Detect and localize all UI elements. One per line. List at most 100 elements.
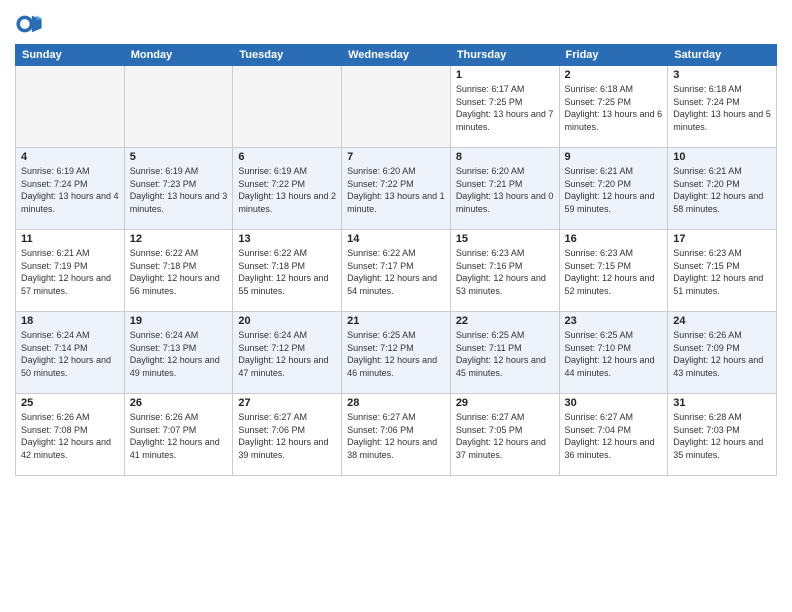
day-number: 28 — [347, 397, 445, 409]
day-info: Sunrise: 6:27 AM Sunset: 7:06 PM Dayligh… — [238, 411, 336, 461]
calendar-cell: 20 Sunrise: 6:24 AM Sunset: 7:12 PM Dayl… — [233, 312, 342, 394]
day-number: 6 — [238, 151, 336, 163]
day-number: 3 — [673, 69, 771, 81]
calendar-cell: 30 Sunrise: 6:27 AM Sunset: 7:04 PM Dayl… — [559, 394, 668, 476]
day-info: Sunrise: 6:17 AM Sunset: 7:25 PM Dayligh… — [456, 83, 554, 133]
calendar-cell: 6 Sunrise: 6:19 AM Sunset: 7:22 PM Dayli… — [233, 148, 342, 230]
day-number: 19 — [130, 315, 228, 327]
calendar-cell: 11 Sunrise: 6:21 AM Sunset: 7:19 PM Dayl… — [16, 230, 125, 312]
calendar-cell: 13 Sunrise: 6:22 AM Sunset: 7:18 PM Dayl… — [233, 230, 342, 312]
weekday-header: Thursday — [450, 45, 559, 66]
day-number: 2 — [565, 69, 663, 81]
calendar-cell: 14 Sunrise: 6:22 AM Sunset: 7:17 PM Dayl… — [342, 230, 451, 312]
calendar-cell: 21 Sunrise: 6:25 AM Sunset: 7:12 PM Dayl… — [342, 312, 451, 394]
day-info: Sunrise: 6:20 AM Sunset: 7:21 PM Dayligh… — [456, 165, 554, 215]
weekday-header: Saturday — [668, 45, 777, 66]
logo — [15, 10, 47, 38]
day-number: 30 — [565, 397, 663, 409]
day-info: Sunrise: 6:22 AM Sunset: 7:17 PM Dayligh… — [347, 247, 445, 297]
day-number: 11 — [21, 233, 119, 245]
day-info: Sunrise: 6:21 AM Sunset: 7:20 PM Dayligh… — [673, 165, 771, 215]
calendar-cell: 24 Sunrise: 6:26 AM Sunset: 7:09 PM Dayl… — [668, 312, 777, 394]
calendar-week: 18 Sunrise: 6:24 AM Sunset: 7:14 PM Dayl… — [16, 312, 777, 394]
day-number: 7 — [347, 151, 445, 163]
calendar-cell: 1 Sunrise: 6:17 AM Sunset: 7:25 PM Dayli… — [450, 66, 559, 148]
weekday-row: SundayMondayTuesdayWednesdayThursdayFrid… — [16, 45, 777, 66]
calendar-cell: 7 Sunrise: 6:20 AM Sunset: 7:22 PM Dayli… — [342, 148, 451, 230]
day-number: 25 — [21, 397, 119, 409]
day-number: 17 — [673, 233, 771, 245]
calendar-cell: 26 Sunrise: 6:26 AM Sunset: 7:07 PM Dayl… — [124, 394, 233, 476]
day-info: Sunrise: 6:21 AM Sunset: 7:19 PM Dayligh… — [21, 247, 119, 297]
logo-icon — [15, 10, 43, 38]
day-info: Sunrise: 6:21 AM Sunset: 7:20 PM Dayligh… — [565, 165, 663, 215]
day-info: Sunrise: 6:20 AM Sunset: 7:22 PM Dayligh… — [347, 165, 445, 215]
day-number: 18 — [21, 315, 119, 327]
day-info: Sunrise: 6:25 AM Sunset: 7:12 PM Dayligh… — [347, 329, 445, 379]
calendar-cell: 12 Sunrise: 6:22 AM Sunset: 7:18 PM Dayl… — [124, 230, 233, 312]
calendar-cell: 4 Sunrise: 6:19 AM Sunset: 7:24 PM Dayli… — [16, 148, 125, 230]
day-info: Sunrise: 6:24 AM Sunset: 7:14 PM Dayligh… — [21, 329, 119, 379]
day-number: 29 — [456, 397, 554, 409]
calendar-cell: 17 Sunrise: 6:23 AM Sunset: 7:15 PM Dayl… — [668, 230, 777, 312]
calendar-week: 11 Sunrise: 6:21 AM Sunset: 7:19 PM Dayl… — [16, 230, 777, 312]
calendar-cell: 28 Sunrise: 6:27 AM Sunset: 7:06 PM Dayl… — [342, 394, 451, 476]
day-number: 13 — [238, 233, 336, 245]
weekday-header: Tuesday — [233, 45, 342, 66]
calendar-cell: 5 Sunrise: 6:19 AM Sunset: 7:23 PM Dayli… — [124, 148, 233, 230]
day-number: 24 — [673, 315, 771, 327]
day-number: 8 — [456, 151, 554, 163]
day-number: 27 — [238, 397, 336, 409]
calendar-cell: 25 Sunrise: 6:26 AM Sunset: 7:08 PM Dayl… — [16, 394, 125, 476]
day-info: Sunrise: 6:23 AM Sunset: 7:15 PM Dayligh… — [673, 247, 771, 297]
calendar-cell: 3 Sunrise: 6:18 AM Sunset: 7:24 PM Dayli… — [668, 66, 777, 148]
day-info: Sunrise: 6:23 AM Sunset: 7:15 PM Dayligh… — [565, 247, 663, 297]
weekday-header: Sunday — [16, 45, 125, 66]
calendar-cell: 23 Sunrise: 6:25 AM Sunset: 7:10 PM Dayl… — [559, 312, 668, 394]
calendar-cell — [124, 66, 233, 148]
day-number: 10 — [673, 151, 771, 163]
day-info: Sunrise: 6:24 AM Sunset: 7:13 PM Dayligh… — [130, 329, 228, 379]
day-info: Sunrise: 6:19 AM Sunset: 7:24 PM Dayligh… — [21, 165, 119, 215]
day-info: Sunrise: 6:18 AM Sunset: 7:24 PM Dayligh… — [673, 83, 771, 133]
day-number: 12 — [130, 233, 228, 245]
calendar-cell — [233, 66, 342, 148]
day-info: Sunrise: 6:27 AM Sunset: 7:04 PM Dayligh… — [565, 411, 663, 461]
day-number: 1 — [456, 69, 554, 81]
day-info: Sunrise: 6:24 AM Sunset: 7:12 PM Dayligh… — [238, 329, 336, 379]
day-info: Sunrise: 6:27 AM Sunset: 7:06 PM Dayligh… — [347, 411, 445, 461]
day-info: Sunrise: 6:26 AM Sunset: 7:07 PM Dayligh… — [130, 411, 228, 461]
calendar-body: 1 Sunrise: 6:17 AM Sunset: 7:25 PM Dayli… — [16, 66, 777, 476]
day-info: Sunrise: 6:18 AM Sunset: 7:25 PM Dayligh… — [565, 83, 663, 133]
header — [15, 10, 777, 38]
calendar-cell — [16, 66, 125, 148]
day-number: 14 — [347, 233, 445, 245]
day-info: Sunrise: 6:27 AM Sunset: 7:05 PM Dayligh… — [456, 411, 554, 461]
day-number: 5 — [130, 151, 228, 163]
day-number: 23 — [565, 315, 663, 327]
calendar-cell: 15 Sunrise: 6:23 AM Sunset: 7:16 PM Dayl… — [450, 230, 559, 312]
day-number: 9 — [565, 151, 663, 163]
calendar-cell: 19 Sunrise: 6:24 AM Sunset: 7:13 PM Dayl… — [124, 312, 233, 394]
calendar-cell: 16 Sunrise: 6:23 AM Sunset: 7:15 PM Dayl… — [559, 230, 668, 312]
weekday-header: Friday — [559, 45, 668, 66]
calendar-week: 4 Sunrise: 6:19 AM Sunset: 7:24 PM Dayli… — [16, 148, 777, 230]
day-info: Sunrise: 6:22 AM Sunset: 7:18 PM Dayligh… — [130, 247, 228, 297]
weekday-header: Monday — [124, 45, 233, 66]
calendar-cell: 8 Sunrise: 6:20 AM Sunset: 7:21 PM Dayli… — [450, 148, 559, 230]
calendar-cell: 10 Sunrise: 6:21 AM Sunset: 7:20 PM Dayl… — [668, 148, 777, 230]
day-info: Sunrise: 6:28 AM Sunset: 7:03 PM Dayligh… — [673, 411, 771, 461]
day-number: 16 — [565, 233, 663, 245]
weekday-header: Wednesday — [342, 45, 451, 66]
day-number: 21 — [347, 315, 445, 327]
day-number: 4 — [21, 151, 119, 163]
day-number: 26 — [130, 397, 228, 409]
calendar-cell — [342, 66, 451, 148]
calendar-cell: 2 Sunrise: 6:18 AM Sunset: 7:25 PM Dayli… — [559, 66, 668, 148]
day-info: Sunrise: 6:23 AM Sunset: 7:16 PM Dayligh… — [456, 247, 554, 297]
calendar-cell: 18 Sunrise: 6:24 AM Sunset: 7:14 PM Dayl… — [16, 312, 125, 394]
calendar-week: 25 Sunrise: 6:26 AM Sunset: 7:08 PM Dayl… — [16, 394, 777, 476]
day-info: Sunrise: 6:22 AM Sunset: 7:18 PM Dayligh… — [238, 247, 336, 297]
calendar-cell: 22 Sunrise: 6:25 AM Sunset: 7:11 PM Dayl… — [450, 312, 559, 394]
day-number: 22 — [456, 315, 554, 327]
